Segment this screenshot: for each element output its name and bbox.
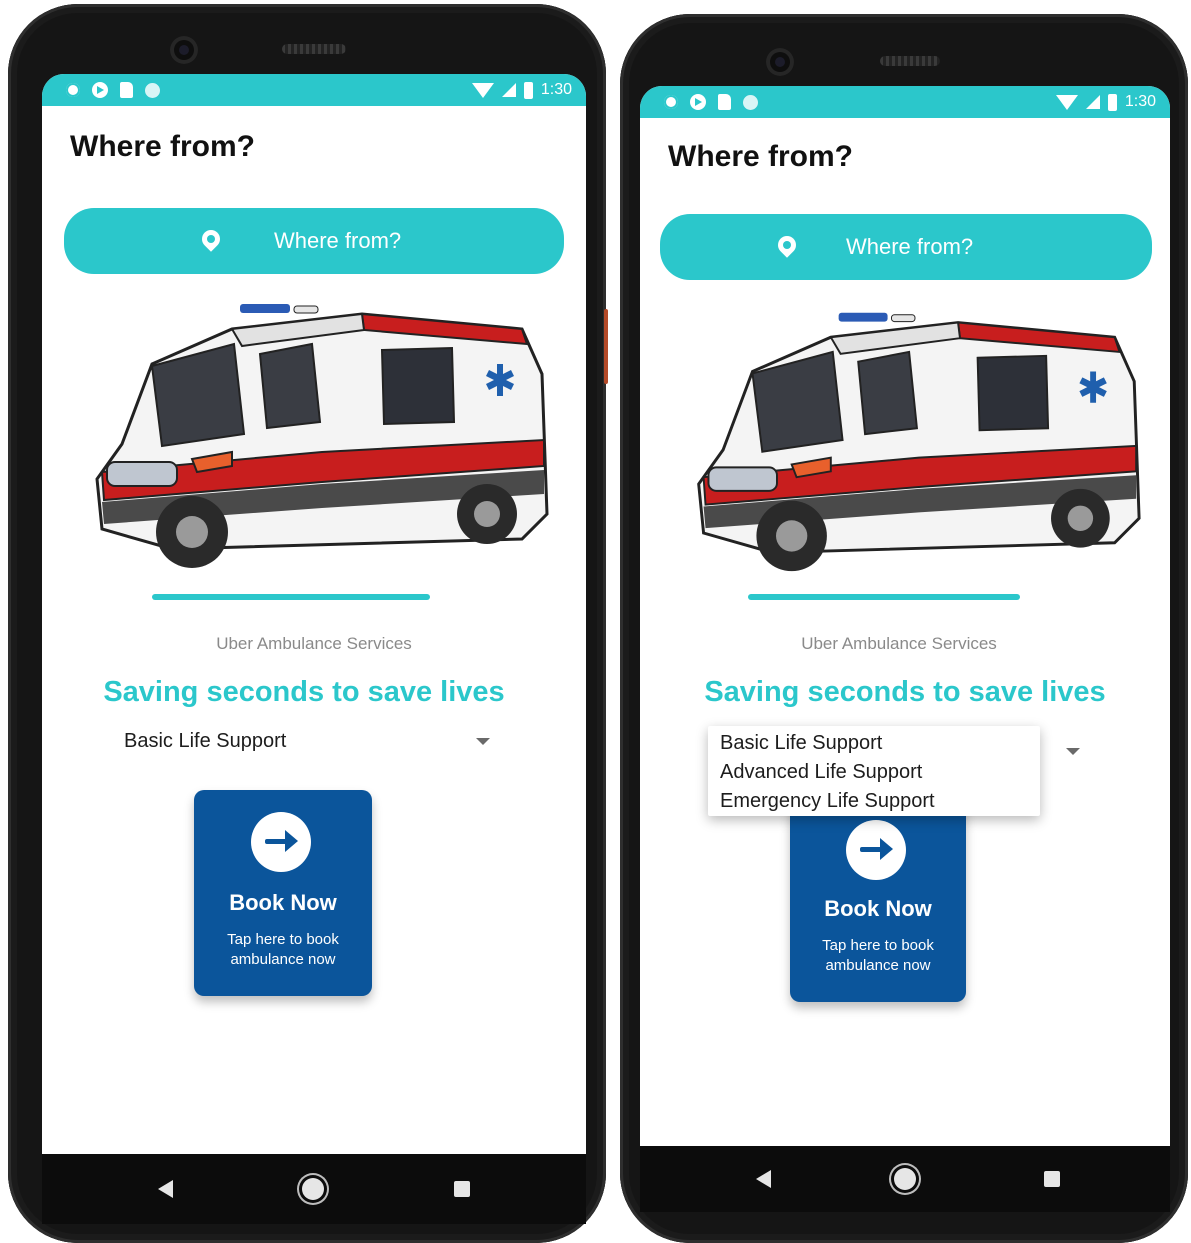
dropdown-option[interactable]: Basic Life Support	[720, 732, 882, 755]
book-now-card[interactable]: Book Now Tap here to book ambulance now	[194, 790, 372, 996]
home-icon[interactable]	[302, 1178, 324, 1200]
back-icon[interactable]	[756, 1170, 771, 1188]
dot-icon	[145, 82, 160, 98]
earpiece	[282, 44, 346, 54]
recents-icon[interactable]	[1044, 1171, 1060, 1187]
book-now-title: Book Now	[229, 890, 337, 915]
signal-icon	[1085, 95, 1100, 109]
front-camera	[170, 36, 198, 64]
arrow-right-icon	[846, 820, 906, 880]
phone-frame-left: 1:30 Where from? Where from? Uber Ambula…	[8, 4, 608, 1243]
spinner-selected: Basic Life Support	[124, 730, 287, 752]
settings-icon	[664, 95, 678, 109]
location-pin-icon	[774, 232, 800, 258]
where-from-search[interactable]: Where from?	[660, 214, 1152, 280]
tagline: Saving seconds to save lives	[103, 676, 505, 708]
navigation-bar	[42, 1154, 586, 1224]
phone-frame-right: 1:30 Where from? Where from? Uber Ambula…	[620, 14, 1188, 1243]
wifi-icon	[1055, 94, 1078, 110]
status-time: 1:30	[540, 81, 572, 98]
tagline: Saving seconds to save lives	[704, 676, 1106, 708]
earpiece	[880, 56, 940, 66]
recents-icon[interactable]	[454, 1181, 470, 1197]
life-support-dropdown: Basic Life Support Advanced Life Support…	[708, 726, 1040, 816]
divider-line	[152, 594, 430, 600]
back-icon[interactable]	[158, 1180, 173, 1198]
ambulance-image	[697, 312, 1141, 572]
book-now-title: Book Now	[824, 896, 932, 921]
navigation-bar	[640, 1146, 1170, 1212]
dropdown-option[interactable]: Advanced Life Support	[720, 761, 922, 784]
where-from-placeholder: Where from?	[846, 234, 974, 259]
book-now-subtitle-line2: ambulance now	[825, 957, 931, 974]
chevron-down-icon	[476, 738, 490, 745]
brand-label: Uber Ambulance Services	[801, 634, 997, 653]
dot-icon	[743, 94, 758, 110]
ambulance-image	[95, 304, 549, 568]
where-from-search[interactable]: Where from?	[64, 208, 564, 274]
status-bar: 1:30	[42, 74, 586, 106]
signal-icon	[501, 83, 516, 97]
chevron-down-icon	[1066, 748, 1080, 755]
battery-icon	[1107, 93, 1117, 111]
status-time: 1:30	[1124, 93, 1156, 110]
page-title: Where from?	[668, 140, 854, 173]
book-now-subtitle-line1: Tap here to book	[822, 937, 934, 954]
book-now-card[interactable]: Book Now Tap here to book ambulance now	[790, 786, 966, 1002]
sd-card-icon	[120, 82, 133, 98]
wifi-icon	[471, 82, 494, 98]
power-button	[604, 309, 608, 384]
play-icon	[92, 82, 108, 98]
page-title: Where from?	[70, 130, 256, 163]
dropdown-option[interactable]: Emergency Life Support	[720, 790, 935, 813]
divider-line	[748, 594, 1020, 600]
arrow-right-icon	[251, 812, 311, 872]
home-icon[interactable]	[894, 1168, 916, 1190]
book-now-subtitle-line2: ambulance now	[230, 951, 336, 968]
book-now-subtitle-line1: Tap here to book	[227, 931, 339, 948]
battery-icon	[523, 81, 533, 99]
settings-icon	[66, 83, 80, 97]
status-bar: 1:30	[640, 86, 1170, 118]
where-from-placeholder: Where from?	[274, 228, 402, 253]
brand-label: Uber Ambulance Services	[216, 634, 412, 653]
app-screen: 1:30 Where from? Where from? Uber Ambula…	[640, 86, 1170, 1146]
app-screen: 1:30 Where from? Where from? Uber Ambula…	[42, 74, 586, 1164]
front-camera	[766, 48, 794, 76]
play-icon	[690, 94, 706, 110]
sd-card-icon	[718, 94, 731, 110]
location-pin-icon	[198, 226, 224, 252]
